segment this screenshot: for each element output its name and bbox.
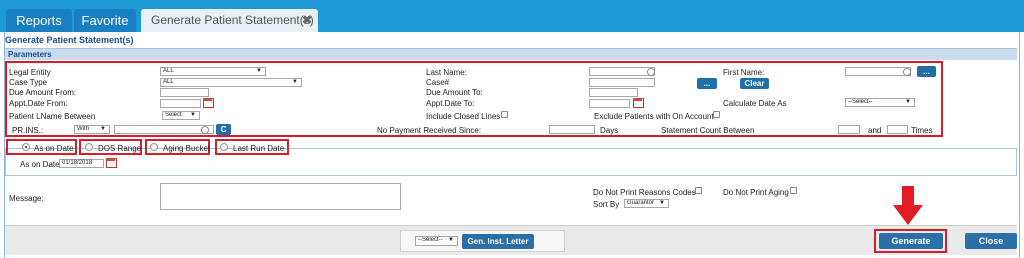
case-number-input[interactable]	[589, 78, 655, 87]
days-label: Days	[600, 126, 619, 135]
pr-ins-input[interactable]	[114, 125, 214, 134]
page-title: Generate Patient Statement(s)	[5, 35, 134, 45]
message-label: Message:	[9, 194, 44, 203]
appt-date-to-label: Appt.Date To:	[426, 99, 475, 108]
tab-favorite[interactable]: Favorite	[74, 9, 136, 32]
as-on-date-label: As on Date	[20, 160, 60, 169]
select-value: ALL	[163, 79, 174, 85]
pointer-arrow-icon	[902, 186, 914, 206]
tab-reports[interactable]: Reports	[6, 9, 72, 32]
select-value: --Select--	[418, 237, 443, 243]
and-label: and	[868, 126, 882, 135]
pointer-arrow-head-icon	[893, 205, 923, 225]
gen-inst-letter-button[interactable]: Gen. Inst. Letter	[462, 234, 534, 249]
legal-entity-label: Legal Entity	[9, 68, 51, 77]
case-type-select[interactable]: ALL ▼	[160, 78, 302, 87]
statement-count-label: Statement Count Between	[661, 126, 755, 135]
message-textarea[interactable]	[160, 183, 401, 210]
calculate-date-as-select[interactable]: --Select-- ▼	[845, 98, 915, 107]
sort-by-label: Sort By	[593, 200, 620, 209]
appt-date-from-input[interactable]	[160, 99, 201, 108]
no-payment-since-label: No Payment Received Since:	[377, 126, 482, 135]
pr-ins-select[interactable]: With ▼	[74, 125, 110, 134]
no-aging-checkbox[interactable]	[790, 187, 797, 194]
calendar-icon[interactable]	[203, 97, 214, 108]
no-aging-label: Do Not Print Aging	[723, 188, 789, 197]
include-closed-lines-checkbox[interactable]	[501, 111, 508, 118]
appt-date-to-input[interactable]	[589, 99, 630, 108]
dropdown-arrow-icon: ▼	[905, 99, 911, 105]
generate-button[interactable]: Generate	[879, 233, 943, 249]
dropdown-arrow-icon: ▼	[256, 68, 262, 74]
exclude-on-account-checkbox[interactable]	[713, 111, 720, 118]
no-reason-codes-label: Do Not Print Reasons Codes	[593, 188, 696, 197]
first-name-input[interactable]	[845, 67, 911, 76]
last-name-label: Last Name:	[426, 68, 467, 77]
search-icon[interactable]	[647, 68, 655, 76]
parameters-header: Parameters	[5, 48, 1017, 60]
aging-bucket-radio[interactable]	[150, 143, 158, 151]
legal-entity-select[interactable]: ALL ▼	[160, 67, 266, 76]
calendar-icon[interactable]	[106, 157, 117, 168]
first-name-more-button[interactable]: ...	[917, 66, 936, 77]
sort-by-select[interactable]: Guarantor ▼	[624, 199, 669, 208]
case-more-button[interactable]: ...	[697, 78, 717, 89]
tab-label: Reports	[16, 13, 62, 28]
case-clear-button[interactable]: Clear	[740, 78, 769, 89]
dropdown-arrow-icon: ▼	[292, 79, 298, 85]
statement-count-from-input[interactable]	[838, 125, 860, 134]
close-icon[interactable]: ✖	[302, 9, 312, 32]
dropdown-arrow-icon: ▼	[190, 112, 196, 118]
calculate-date-as-label: Calculate Date As	[723, 99, 787, 108]
dos-range-radio[interactable]	[85, 143, 93, 151]
aging-bucket-option-label: Aging Bucket	[163, 144, 211, 153]
due-amount-from-label: Due Amount From:	[9, 88, 77, 97]
exclude-on-account-label: Exclude Patients with On Account	[594, 112, 714, 121]
times-label: Times	[911, 126, 933, 135]
as-on-date-input[interactable]: 01/18/2018	[59, 159, 104, 168]
pr-ins-c-button[interactable]: C	[216, 124, 231, 135]
search-icon[interactable]	[201, 126, 209, 134]
first-name-label: First Name:	[723, 68, 765, 77]
patient-lname-select[interactable]: Select ▼	[162, 111, 200, 120]
last-run-date-radio[interactable]	[220, 143, 228, 151]
select-value: Select	[165, 112, 182, 118]
select-value: Guarantor	[627, 200, 655, 206]
dropdown-arrow-icon: ▼	[659, 200, 665, 206]
dropdown-arrow-icon: ▼	[448, 237, 454, 243]
parameters-label: Parameters	[8, 50, 52, 59]
case-number-label: Case#	[426, 78, 450, 87]
due-amount-to-label: Due Amount To:	[426, 88, 483, 97]
tab-generate-patient-statements[interactable]: Generate Patient Statement(s) ✖	[141, 9, 318, 32]
select-value: ALL	[163, 68, 174, 74]
tab-label: Favorite	[81, 13, 129, 28]
close-button[interactable]: Close	[965, 233, 1017, 249]
tab-label: Generate Patient Statement(s)	[151, 13, 314, 27]
pr-ins-label: PR.INS.:	[12, 126, 44, 135]
due-amount-to-input[interactable]	[589, 88, 638, 97]
select-value: With	[77, 126, 89, 132]
dropdown-arrow-icon: ▼	[100, 126, 106, 132]
no-payment-since-input[interactable]	[549, 125, 595, 134]
case-type-label: Case Type	[9, 78, 48, 87]
last-name-input[interactable]	[589, 67, 655, 76]
select-value: --Select--	[848, 99, 873, 105]
dos-range-option-label: DOS Range	[98, 144, 142, 153]
include-closed-lines-label: Include Closed Lines	[426, 112, 501, 121]
as-on-date-radio[interactable]	[22, 143, 30, 151]
appt-date-from-label: Appt.Date From:	[9, 99, 68, 108]
letter-select[interactable]: --Select-- ▼	[415, 236, 458, 246]
search-icon[interactable]	[903, 68, 911, 76]
due-amount-from-input[interactable]	[160, 88, 209, 97]
statement-count-to-input[interactable]	[887, 125, 908, 134]
as-on-date-option-label: As on Date	[34, 144, 74, 153]
calendar-icon[interactable]	[633, 97, 644, 108]
patient-lname-between-label: Patient LName Between	[9, 112, 96, 121]
last-run-date-option-label: Last Run Date	[233, 144, 285, 153]
no-reason-codes-checkbox[interactable]	[695, 187, 702, 194]
